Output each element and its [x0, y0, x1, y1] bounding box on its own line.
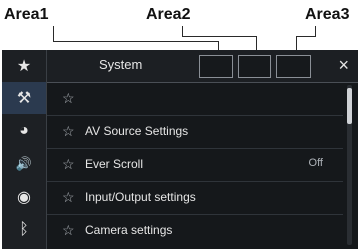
bluetooth-icon: ᛒ	[19, 221, 29, 238]
sidebar-favorites-button[interactable]: ★	[2, 50, 46, 82]
list-item-value: Off	[308, 157, 323, 169]
callout-line-area2-v	[182, 26, 183, 36]
header-area2-box[interactable]	[238, 55, 271, 78]
close-icon[interactable]: ×	[338, 55, 349, 75]
scrollbar[interactable]	[347, 85, 352, 245]
list-item[interactable]: ☆ AV Source Settings	[47, 116, 343, 149]
list-item[interactable]: ☆ Input/Output settings	[47, 182, 343, 215]
header-area1-box[interactable]	[199, 55, 233, 78]
theme-palette-icon: ◕	[19, 122, 29, 139]
list-item[interactable]: ☆ Ever Scroll Off	[47, 149, 343, 182]
favorite-star-icon[interactable]: ☆	[62, 90, 75, 107]
scrollbar-thumb[interactable]	[347, 88, 352, 124]
callout-area1: Area1	[4, 6, 49, 23]
list-item-label: Camera settings	[85, 223, 173, 237]
disc-icon: ◉	[17, 189, 31, 206]
list-item-label: AV Source Settings	[85, 124, 189, 138]
speaker-icon: 🔊	[15, 156, 33, 171]
list-item-label: Ever Scroll	[85, 157, 144, 171]
callout-line-area3-h	[296, 36, 316, 37]
sidebar-source-button[interactable]: ◉	[2, 181, 46, 213]
favorite-star-icon[interactable]: ☆	[62, 189, 75, 206]
sidebar-system-settings-button[interactable]: ⚒	[2, 82, 46, 114]
page-title: System	[99, 57, 143, 72]
settings-tools-icon: ⚒	[16, 90, 32, 107]
callout-line-area2-h	[182, 36, 257, 37]
favorite-star-icon[interactable]: ☆	[62, 222, 75, 239]
sidebar: ★ ⚒ ◕ 🔊 ◉ ᛒ	[2, 50, 46, 249]
star-icon: ★	[16, 58, 32, 75]
callout-line-area1-h	[53, 41, 219, 42]
callout-area2: Area2	[146, 6, 191, 23]
favorite-star-icon[interactable]: ☆	[62, 123, 75, 140]
callout-line-area3-v	[315, 26, 316, 36]
sidebar-theme-button[interactable]: ◕	[2, 115, 46, 147]
sidebar-audio-button[interactable]: 🔊	[2, 148, 46, 180]
header-bar: System ×	[47, 50, 358, 83]
callout-line-area1-v	[53, 26, 54, 41]
device-screen: ★ ⚒ ◕ 🔊 ◉ ᛒ System × ☆ ☆ AV Source Setti…	[2, 50, 358, 249]
list-item-label: Input/Output settings	[85, 190, 196, 204]
callout-area3: Area3	[305, 6, 350, 23]
header-area3-box[interactable]	[276, 55, 311, 78]
list-item[interactable]: ☆	[47, 83, 343, 116]
sidebar-bluetooth-button[interactable]: ᛒ	[2, 214, 46, 246]
list-item[interactable]: ☆ Camera settings	[47, 215, 343, 247]
favorite-star-icon[interactable]: ☆	[62, 156, 75, 173]
